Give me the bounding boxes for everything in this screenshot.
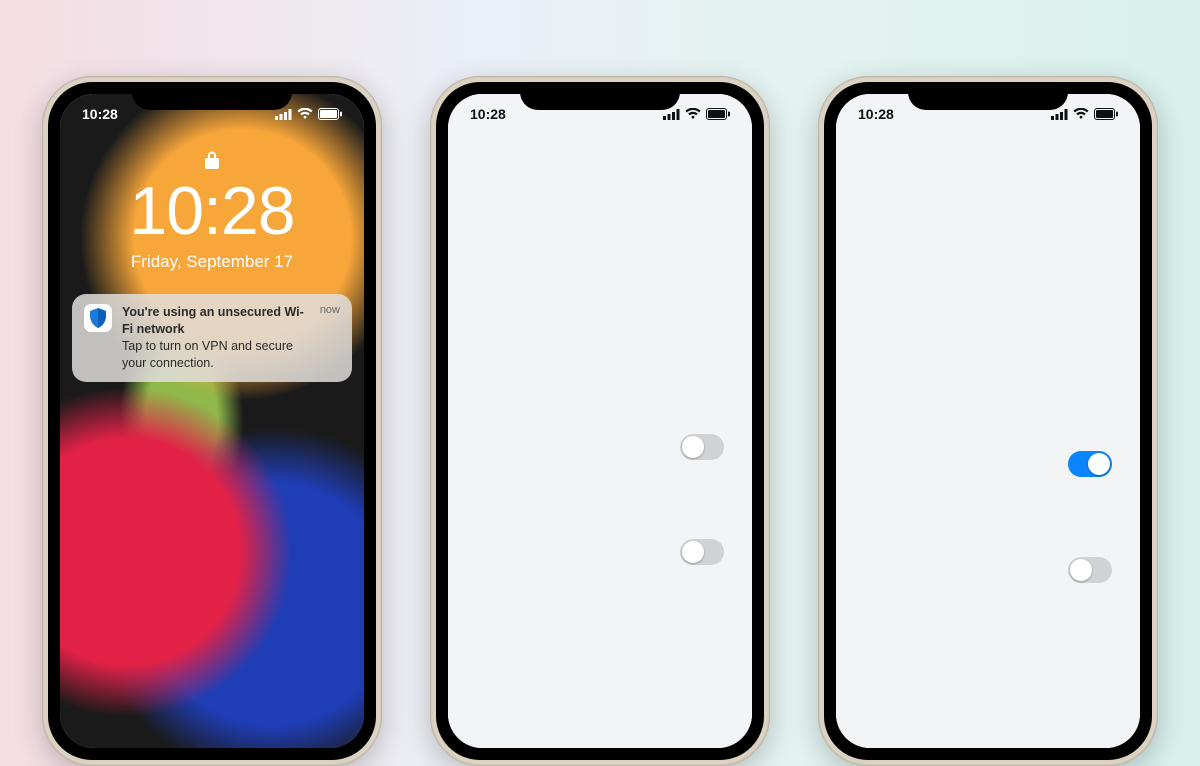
cellular-signal-icon — [1051, 109, 1068, 120]
wifi-icon — [1073, 108, 1089, 120]
vpn-toggle[interactable] — [1068, 451, 1112, 477]
notification-title: You're using an unsecured Wi-Fi network — [122, 304, 310, 338]
wifi-icon — [297, 108, 313, 120]
vpn-toggle[interactable] — [680, 434, 724, 460]
battery-icon — [318, 108, 342, 120]
notification-card[interactable]: You're using an unsecured Wi-Fi network … — [72, 294, 352, 382]
defender-shield-icon — [84, 304, 112, 332]
notification-body: Tap to turn on VPN and secure your conne… — [122, 338, 310, 372]
battery-icon — [1094, 108, 1118, 120]
status-time: 10:28 — [82, 106, 118, 122]
lockscreen-date: Friday, September 17 — [60, 252, 364, 272]
status-time: 10:28 — [858, 106, 894, 122]
lockscreen-clock: 10:28 — [60, 172, 364, 250]
battery-icon — [706, 108, 730, 120]
trust-network-toggle[interactable] — [1068, 557, 1112, 583]
trust-network-toggle[interactable] — [680, 539, 724, 565]
cellular-signal-icon — [275, 109, 292, 120]
notification-timestamp: now — [320, 304, 340, 316]
wifi-icon — [685, 108, 701, 120]
status-time: 10:28 — [470, 106, 506, 122]
cellular-signal-icon — [663, 109, 680, 120]
